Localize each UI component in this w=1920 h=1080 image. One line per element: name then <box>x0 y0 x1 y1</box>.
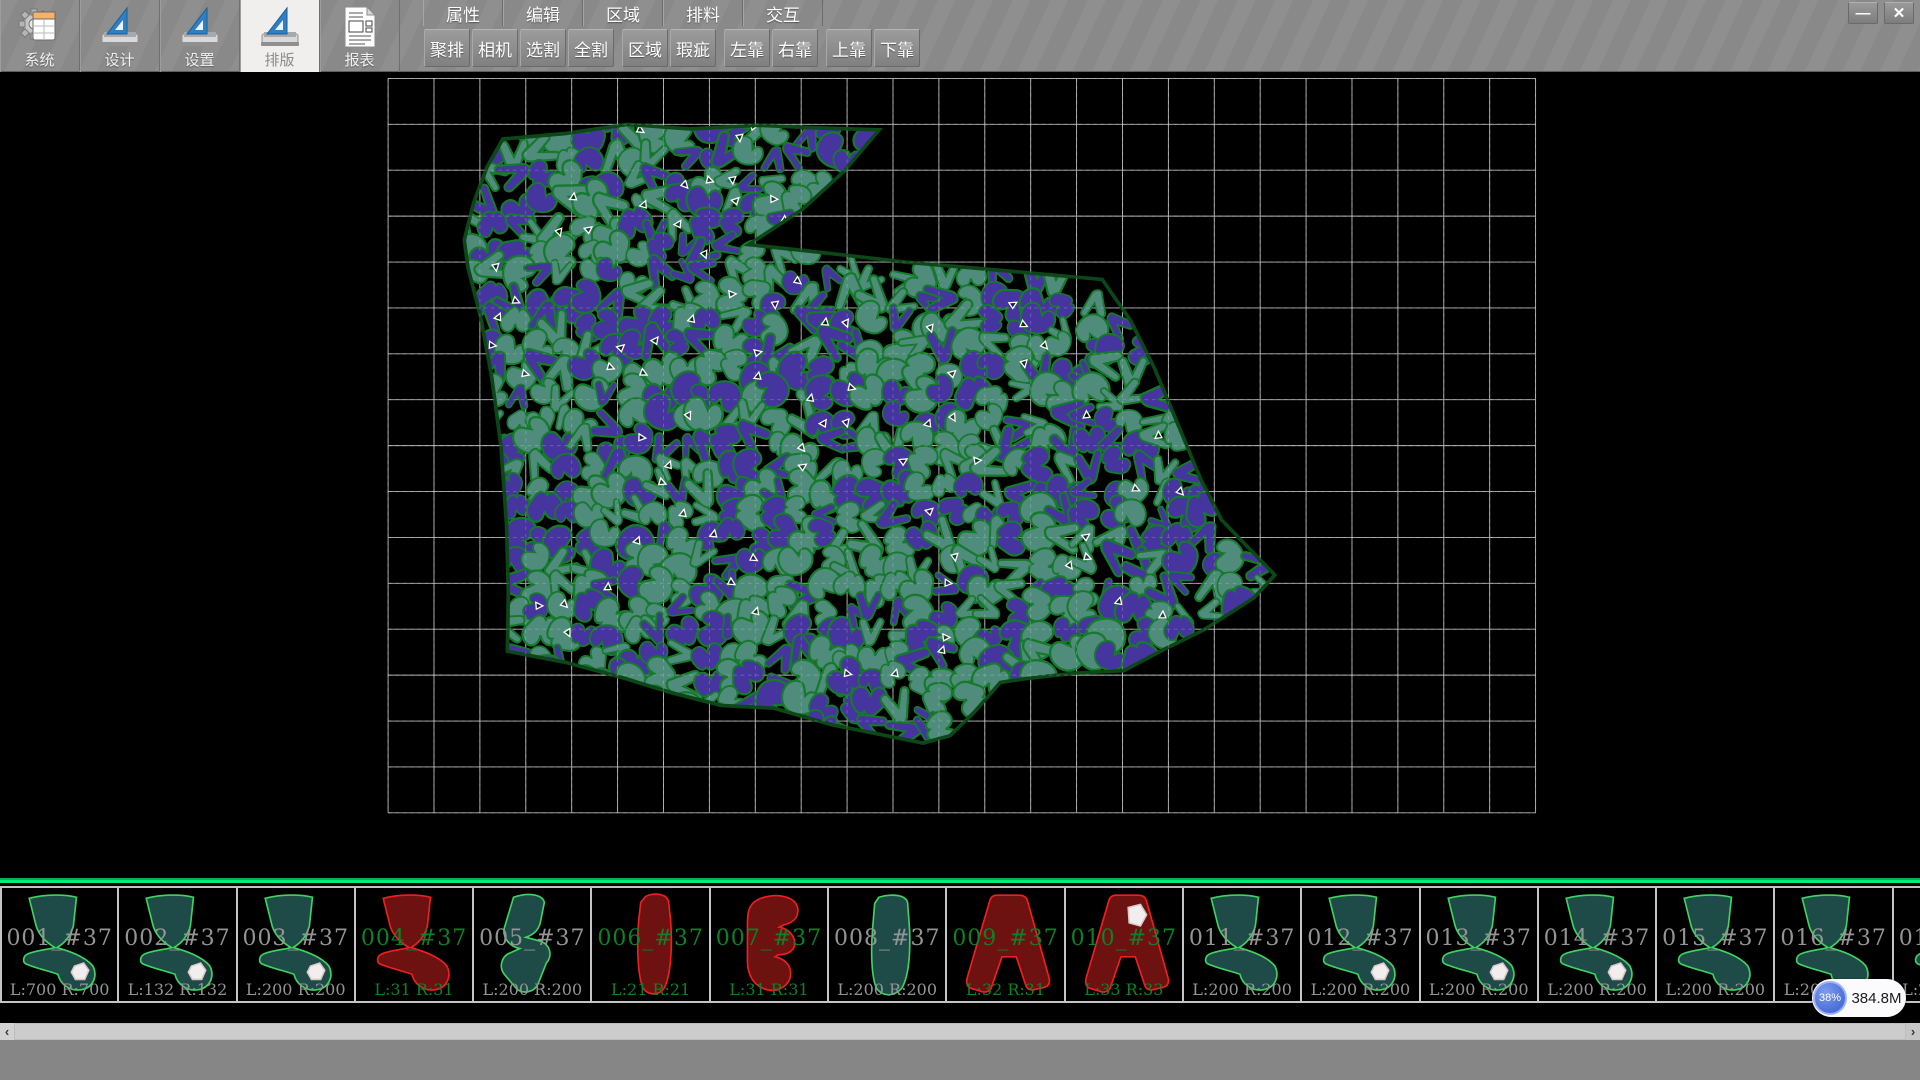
piece-shape <box>238 888 352 1001</box>
appbtn-2[interactable]: 设计 <box>80 0 160 72</box>
piece-shape <box>2 888 116 1001</box>
close-button[interactable]: ✕ <box>1884 2 1914 24</box>
piece-shape <box>1421 888 1535 1001</box>
percent-badge: 38% <box>1813 981 1847 1015</box>
filmstrip-cells: 001_#37 L:700 R:700 002_#37 L:132 R:132 … <box>0 886 1920 1003</box>
design-triangle-icon <box>177 4 223 50</box>
piece-thumbnail-10[interactable]: 010_#37 L:33 R:33 <box>1065 886 1183 1003</box>
piece-thumbnail-4[interactable]: 004_#37 L:31 R:31 <box>355 886 473 1003</box>
menu-tab-2[interactable]: 编辑 <box>503 0 583 26</box>
menu-tab-3[interactable]: 区域 <box>583 0 663 26</box>
appbtn-5[interactable]: 报表 <box>320 0 400 72</box>
top-toolbar: 系统 设计 设置 排版 报表 属性编辑区域排料交互 聚排相机选割全割区域瑕疵左靠… <box>0 0 1920 72</box>
appbtn-label: 设置 <box>184 52 214 69</box>
appbtn-label: 排版 <box>264 52 294 69</box>
scrollbar-thumb[interactable] <box>14 1023 1906 1040</box>
appbtn-3[interactable]: 设置 <box>160 0 240 72</box>
system-gear-icon <box>17 4 63 50</box>
tool-button-10[interactable]: 下靠 <box>874 29 920 67</box>
memory-value: 384.8M <box>1847 990 1906 1007</box>
scroll-left-arrow[interactable]: ‹ <box>0 1023 14 1040</box>
menu-tab-1[interactable]: 属性 <box>423 0 503 26</box>
minimize-button[interactable]: — <box>1848 2 1878 24</box>
horizontal-scrollbar[interactable]: ‹ › <box>0 1023 1920 1040</box>
tool-button-3[interactable]: 选割 <box>520 29 566 67</box>
piece-shape <box>474 888 588 1001</box>
appbtn-label: 系统 <box>24 52 54 69</box>
piece-shape <box>1657 888 1771 1001</box>
piece-shape <box>1302 888 1416 1001</box>
appbtn-label: 设计 <box>104 52 134 69</box>
piece-thumbnail-6[interactable]: 006_#37 L:21 R:21 <box>591 886 709 1003</box>
bottom-statusbar <box>0 1040 1920 1080</box>
tool-button-8[interactable]: 右靠 <box>772 29 818 67</box>
piece-thumbnail-15[interactable]: 015_#37 L:200 R:200 <box>1656 886 1774 1003</box>
piece-thumbnail-5[interactable]: 005_#37 L:200 R:200 <box>473 886 591 1003</box>
report-doc-icon <box>337 4 383 50</box>
tool-button-1[interactable]: 聚排 <box>424 29 470 67</box>
scroll-right-arrow[interactable]: › <box>1906 1023 1920 1040</box>
piece-thumbnail-12[interactable]: 012_#37 L:200 R:200 <box>1301 886 1419 1003</box>
appbtn-label: 报表 <box>344 52 374 69</box>
piece-thumbnail-2[interactable]: 002_#37 L:132 R:132 <box>118 886 236 1003</box>
piece-thumbnail-7[interactable]: 007_#37 L:31 R:31 <box>710 886 828 1003</box>
piece-shape <box>1184 888 1298 1001</box>
memory-status-pill[interactable]: 38% 384.8M <box>1812 979 1906 1017</box>
piece-shape <box>711 888 825 1001</box>
piece-shape <box>947 888 1061 1001</box>
tool-button-5[interactable]: 区域 <box>622 29 668 67</box>
piece-thumbnail-8[interactable]: 008_#37 L:200 R:200 <box>828 886 946 1003</box>
piece-shape <box>1539 888 1653 1001</box>
piece-shape <box>592 888 706 1001</box>
appbtn-4[interactable]: 排版 <box>240 0 320 72</box>
nesting-canvas[interactable] <box>0 72 1920 878</box>
piece-filmstrip: 001_#37 L:700 R:700 002_#37 L:132 R:132 … <box>0 878 1920 1023</box>
filmstrip-separator <box>0 878 1920 886</box>
piece-shape <box>1066 888 1180 1001</box>
appbtn-1[interactable]: 系统 <box>0 0 80 72</box>
piece-shape <box>119 888 233 1001</box>
piece-shape <box>829 888 943 1001</box>
design-triangle-icon <box>257 4 303 50</box>
piece-thumbnail-11[interactable]: 011_#37 L:200 R:200 <box>1183 886 1301 1003</box>
menu-tab-4[interactable]: 排料 <box>663 0 743 26</box>
tool-button-6[interactable]: 瑕疵 <box>670 29 716 67</box>
tool-button-row: 聚排相机选割全割区域瑕疵左靠右靠上靠下靠 <box>424 29 922 67</box>
tool-button-2[interactable]: 相机 <box>472 29 518 67</box>
window-controls: — ✕ <box>1848 2 1914 24</box>
piece-thumbnail-13[interactable]: 013_#37 L:200 R:200 <box>1420 886 1538 1003</box>
tool-button-9[interactable]: 上靠 <box>826 29 872 67</box>
piece-thumbnail-14[interactable]: 014_#37 L:200 R:200 <box>1538 886 1656 1003</box>
piece-shape <box>356 888 470 1001</box>
tool-button-4[interactable]: 全割 <box>568 29 614 67</box>
piece-thumbnail-3[interactable]: 003_#37 L:200 R:200 <box>237 886 355 1003</box>
menu-tab-row: 属性编辑区域排料交互 <box>423 0 823 26</box>
design-triangle-icon <box>97 4 143 50</box>
piece-thumbnail-1[interactable]: 001_#37 L:700 R:700 <box>0 886 118 1003</box>
piece-thumbnail-9[interactable]: 009_#37 L:32 R:31 <box>946 886 1064 1003</box>
nesting-canvas-svg <box>0 72 1920 878</box>
menu-tab-5[interactable]: 交互 <box>743 0 823 26</box>
tool-button-7[interactable]: 左靠 <box>724 29 770 67</box>
app-button-group: 系统 设计 设置 排版 报表 <box>0 0 400 72</box>
